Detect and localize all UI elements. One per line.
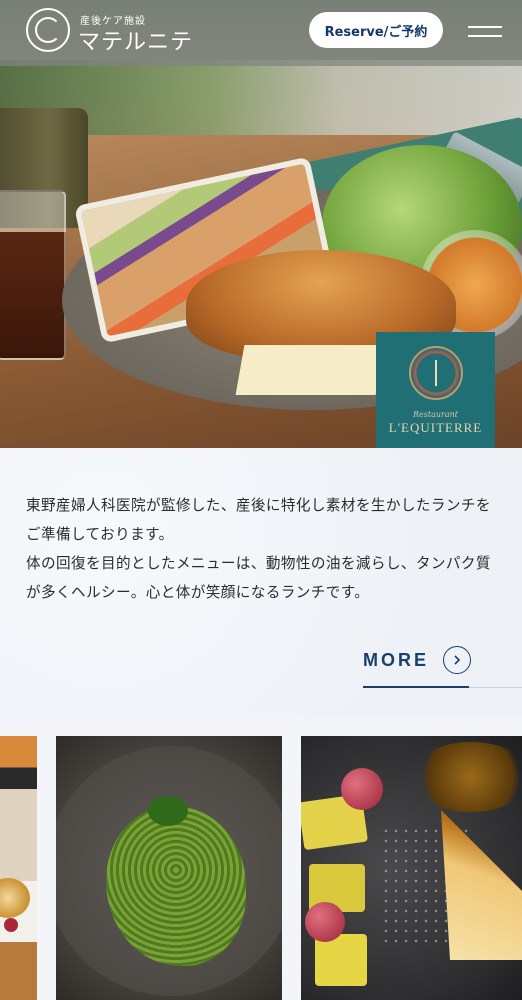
dessert-tart-photo[interactable] <box>0 736 37 1000</box>
restaurant-logo-tile: Restaurant L'EQUITERRE <box>376 332 495 448</box>
grape-image <box>341 768 383 810</box>
tree-emblem-icon <box>408 346 463 400</box>
pie-image <box>441 810 522 960</box>
mother-child-icon <box>35 17 61 43</box>
grape-image <box>305 902 345 942</box>
berry-image <box>4 918 18 932</box>
basil-image <box>148 796 188 826</box>
restaurant-name: L'EQUITERRE <box>388 420 483 435</box>
intro-paragraph-2: 体の回復を目的としたメニューは、動物性の油を減らし、タンパク質が多くヘルシー。心… <box>26 555 491 601</box>
genovese-pasta-photo[interactable] <box>56 736 282 1000</box>
divider-line <box>469 687 522 688</box>
reserve-button[interactable]: Reserve/ご予約 <box>309 12 443 48</box>
fruit-and-pie-photo[interactable] <box>301 736 522 1000</box>
hamburger-line <box>468 26 502 28</box>
tart-image <box>0 878 30 918</box>
tea-glass-image <box>0 190 66 360</box>
more-link[interactable]: MORE <box>363 646 473 674</box>
intro-section: 東野産婦人科医院が監修した、産後に特化し素材を生かしたランチをご準備しております… <box>0 448 522 718</box>
intro-paragraph-1: 東野産婦人科医院が監修した、産後に特化し素材を生かしたランチをご準備しております… <box>26 497 491 543</box>
chevron-right-circle-icon[interactable] <box>443 646 471 674</box>
food-gallery <box>0 736 522 1000</box>
site-header: 産後ケア施設 マテルニテ Reserve/ご予約 <box>0 0 522 66</box>
hero-image: Restaurant L'EQUITERRE <box>0 0 522 448</box>
more-underline <box>363 686 469 688</box>
sauce-image <box>411 742 522 812</box>
hamburger-icon[interactable] <box>468 22 502 42</box>
restaurant-script-text: Restaurant <box>413 410 458 419</box>
logo-icon[interactable] <box>26 8 70 52</box>
cheese-image <box>235 345 385 395</box>
logo-name[interactable]: マテルニテ <box>78 24 193 56</box>
hamburger-line <box>468 35 502 37</box>
more-label[interactable]: MORE <box>363 650 429 671</box>
